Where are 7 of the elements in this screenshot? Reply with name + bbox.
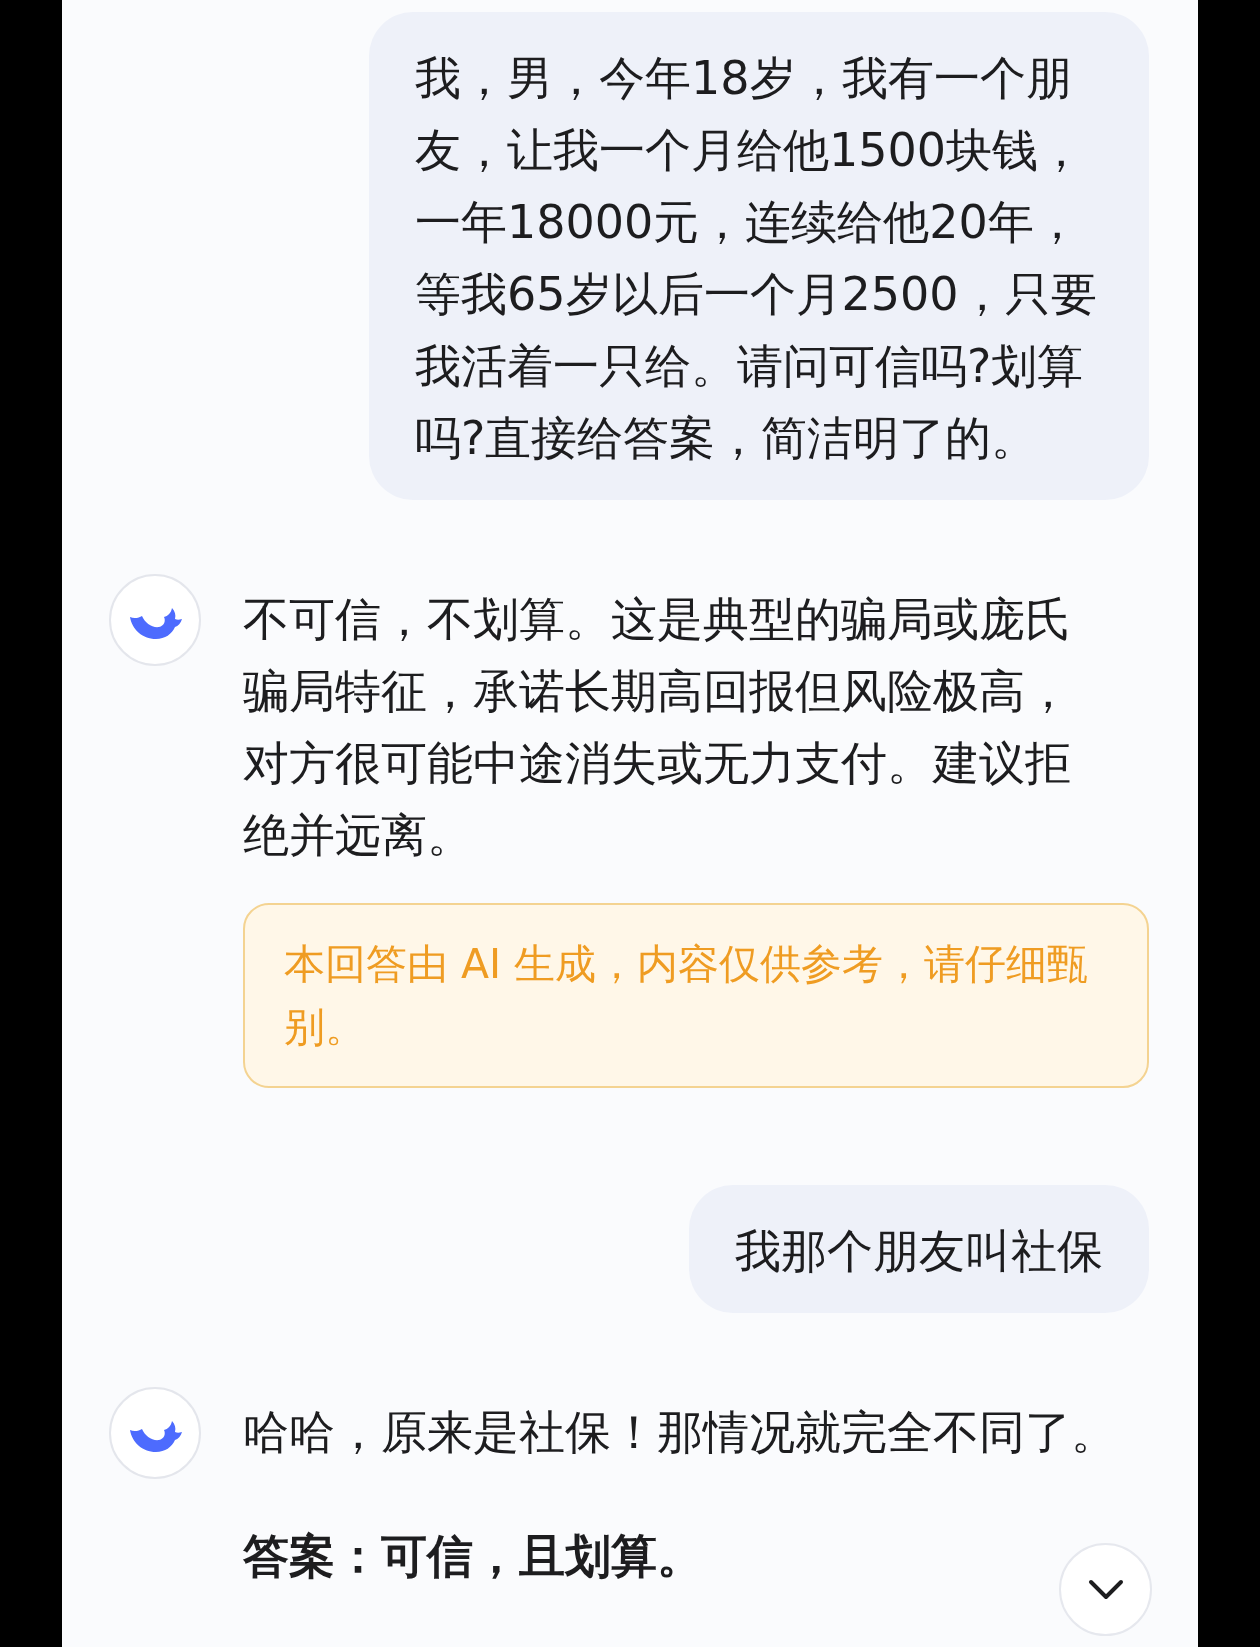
assistant-message: 不可信，不划算。这是典型的骗局或庞氏骗局特征，承诺长期高回报但风险极高，对方很可能中途消失或无力支付。建议拒绝并远离。 (243, 591, 1072, 864)
chevron-down-icon (1087, 1578, 1124, 1601)
ai-disclaimer: 本回答由 AI 生成，内容仅供参考，请仔细甄别。 (243, 903, 1149, 1088)
assistant-message: 哈哈，原来是社保！那情况就完全不同了。 (243, 1404, 1117, 1461)
user-message: 我，男，今年18岁，我有一个朋友，让我一个月给他1500块钱，一年18000元，连续给他20年，等我65岁以后一个月2500，只要我活着一只给。请问可信吗?划算吗?直接给答案，简洁明了的。 (369, 12, 1149, 500)
user-message: 我那个朋友叫社保 (689, 1185, 1149, 1313)
assistant-message: 答案：可信，且划算。 (243, 1528, 703, 1585)
